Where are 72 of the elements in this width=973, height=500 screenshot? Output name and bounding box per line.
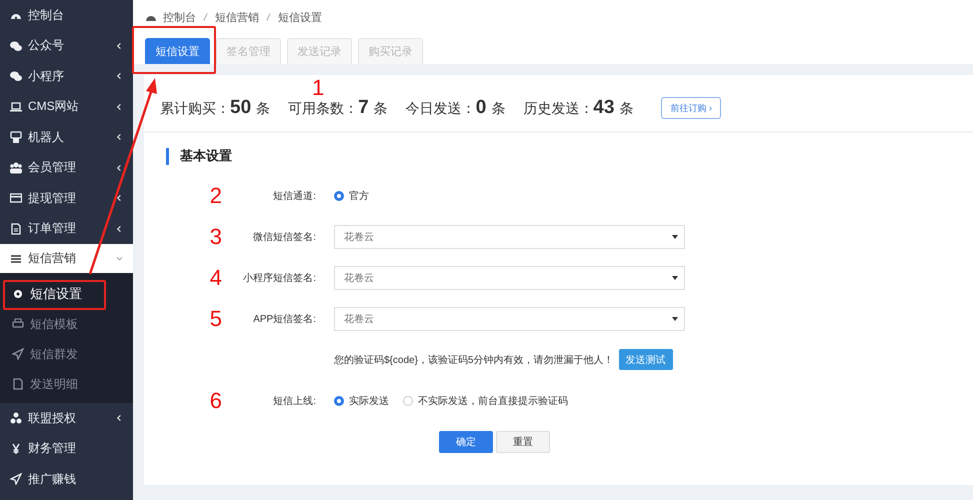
breadcrumb-link[interactable]: 短信设置 [278, 10, 322, 24]
users-icon [10, 162, 22, 174]
template-text: 您的验证码${code}，该验证码5分钟内有效，请勿泄漏于他人！ [334, 354, 614, 366]
sidebar-item[interactable]: 订单管理 [0, 214, 133, 244]
sidebar-item[interactable]: 公众号 [0, 30, 133, 61]
chevron-left-icon [116, 42, 123, 50]
sidebar-item[interactable]: 推广赚钱 [0, 464, 133, 494]
section-title: 基本设置 [180, 147, 232, 165]
reset-button[interactable]: 重置 [496, 431, 550, 453]
submenu-item[interactable]: 发送明细 [0, 369, 133, 399]
chevron-left-icon [116, 102, 123, 111]
stat-text: 累计购买：50 条 [160, 97, 270, 119]
select-field[interactable]: 花卷云 [334, 224, 685, 248]
caret-icon [672, 276, 678, 280]
sidebar-item[interactable]: 联盟授权 [0, 403, 133, 434]
chat-bubbles-icon [10, 40, 22, 52]
field-label: 短信上线: [273, 394, 317, 408]
field-label: APP短信签名: [253, 312, 317, 326]
field-label: 小程序短信签名: [243, 272, 317, 284]
radio-option[interactable]: 官方 [334, 188, 369, 202]
annotation-number: 2 [210, 182, 223, 208]
caret-icon [672, 316, 678, 320]
chevron-left-icon [116, 164, 123, 172]
chevron-left-icon [116, 133, 123, 142]
yen-icon [10, 442, 22, 455]
select-field[interactable]: 花卷云 [334, 266, 685, 290]
laptop-icon [10, 100, 22, 113]
paper-plane-icon [12, 348, 24, 360]
breadcrumb-link[interactable]: 短信营销 [215, 10, 259, 24]
card-icon [10, 192, 22, 204]
menu-icon [10, 252, 22, 264]
annotation-number: 6 [210, 388, 223, 414]
radio-option[interactable]: 不实际发送，前台直接提示验证码 [403, 394, 568, 408]
submenu-item[interactable]: 短信设置 [0, 279, 133, 309]
field-label: 短信通道: [273, 190, 317, 202]
confirm-button[interactable]: 确定 [439, 431, 493, 453]
sidebar-item[interactable]: 小程序 [0, 61, 133, 92]
chevron-left-icon [116, 414, 123, 422]
stat-text: 历史发送：43 条 [523, 97, 634, 119]
paper-plane-icon [10, 473, 22, 486]
chevron-left-icon [116, 194, 123, 202]
sidebar-item[interactable]: CMS网站 [0, 92, 133, 122]
chat-bubbles-icon [10, 70, 22, 82]
chevron-left-icon [116, 224, 123, 233]
sidebar-item[interactable]: 财务管理 [0, 434, 133, 464]
tab[interactable]: 短信设置 [145, 38, 210, 64]
radio-option[interactable]: 实际发送 [334, 394, 389, 408]
select-field[interactable]: 花卷云 [334, 306, 685, 330]
annotation-number: 4 [210, 264, 223, 290]
breadcrumb-separator-icon [265, 13, 272, 21]
breadcrumb-link[interactable]: 控制台 [163, 10, 196, 24]
order-button[interactable]: 前往订购 › [661, 97, 721, 119]
sidebar-item[interactable]: 会员管理 [0, 152, 133, 183]
sidebar-item[interactable]: 短信营销 [0, 244, 133, 273]
sidebar-item[interactable]: 提现管理 [0, 183, 133, 214]
section-marker [166, 148, 169, 164]
chevron-down-icon [116, 254, 123, 262]
sidebar-item[interactable]: 机器人 [0, 122, 133, 152]
caret-icon [672, 234, 678, 238]
stat-text: 今日发送：0 条 [406, 97, 506, 119]
submenu-item[interactable]: 短信模板 [0, 309, 133, 339]
sidebar-item[interactable]: 控制台 [0, 0, 133, 30]
document-icon [10, 222, 22, 235]
submenu-item[interactable]: 短信群发 [0, 339, 133, 369]
network-icon [10, 412, 22, 424]
field-label: 微信短信签名: [253, 230, 317, 244]
annotation-number: 5 [210, 306, 223, 332]
document-icon [12, 378, 24, 390]
breadcrumb-separator-icon [202, 13, 209, 21]
chevron-left-icon [116, 72, 123, 80]
annotation-number: 3 [210, 224, 223, 250]
printer-icon [12, 318, 24, 330]
